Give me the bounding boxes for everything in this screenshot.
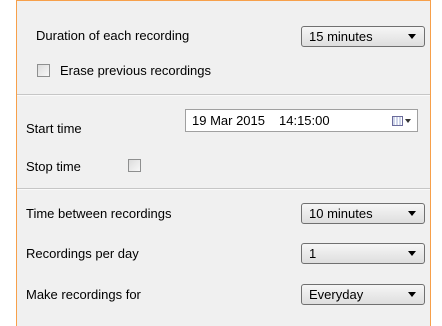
start-time-value[interactable]: 14:15:00 xyxy=(265,113,392,128)
duration-label: Duration of each recording xyxy=(36,28,190,43)
start-time-picker[interactable]: 19 Mar 2015 14:15:00 xyxy=(185,109,418,132)
erase-previous-label: Erase previous recordings xyxy=(60,63,212,78)
calendar-icon[interactable] xyxy=(392,115,403,126)
panel-top-border xyxy=(16,0,431,1)
stop-time-checkbox[interactable] xyxy=(128,159,141,172)
duration-dropdown[interactable]: 15 minutes xyxy=(301,26,425,47)
time-between-dropdown[interactable]: 10 minutes xyxy=(301,203,425,224)
stop-time-label: Stop time xyxy=(26,159,81,174)
make-recordings-for-value: Everyday xyxy=(309,287,364,302)
duration-value: 15 minutes xyxy=(309,29,373,44)
section-divider-highlight xyxy=(17,95,430,96)
recordings-per-day-label: Recordings per day xyxy=(26,246,139,261)
erase-previous-checkbox[interactable] xyxy=(37,64,50,77)
recordings-per-day-dropdown[interactable]: 1 xyxy=(301,243,425,264)
calendar-dropdown-arrow-icon[interactable] xyxy=(405,118,411,123)
chevron-down-icon xyxy=(408,34,416,39)
section-divider-highlight xyxy=(17,189,430,190)
start-time-label: Start time xyxy=(26,121,82,136)
chevron-down-icon xyxy=(408,251,416,256)
make-recordings-for-label: Make recordings for xyxy=(26,287,141,302)
recordings-per-day-value: 1 xyxy=(309,246,317,261)
chevron-down-icon xyxy=(408,292,416,297)
make-recordings-for-dropdown[interactable]: Everyday xyxy=(301,284,425,305)
chevron-down-icon xyxy=(408,211,416,216)
time-between-label: Time between recordings xyxy=(26,206,172,221)
time-between-value: 10 minutes xyxy=(309,206,373,221)
start-date-value[interactable]: 19 Mar 2015 xyxy=(186,113,265,128)
